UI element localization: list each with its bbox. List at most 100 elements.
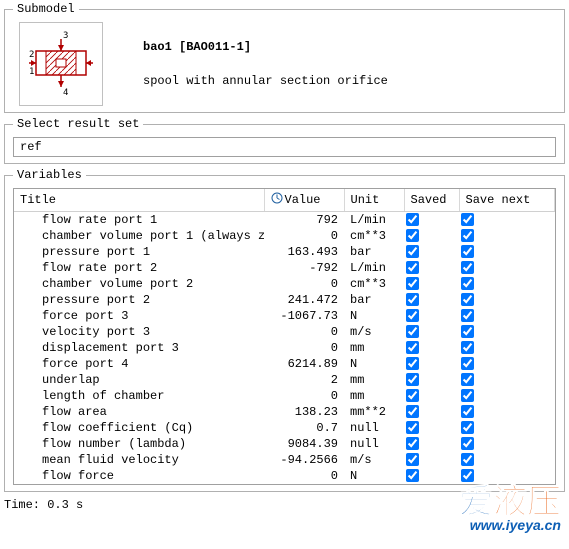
savenext-checkbox[interactable] (461, 229, 474, 242)
resultset-value: ref (20, 140, 42, 154)
var-value: 0 (264, 276, 344, 292)
savenext-checkbox[interactable] (461, 245, 474, 258)
var-unit: bar (344, 244, 404, 260)
table-row[interactable]: flow force0N (14, 468, 555, 484)
table-row[interactable]: flow number (lambda)9084.39null (14, 436, 555, 452)
var-value: 0.7 (264, 420, 344, 436)
table-row[interactable]: displacement port 30mm (14, 340, 555, 356)
var-value: 138.23 (264, 404, 344, 420)
submodel-description: spool with annular section orifice (143, 74, 388, 88)
var-title: mean fluid velocity (14, 452, 264, 468)
saved-checkbox[interactable] (406, 245, 419, 258)
table-row[interactable]: chamber volume port 20cm**3 (14, 276, 555, 292)
variables-table: Title Value Unit Saved Save next flow ra… (14, 189, 555, 484)
saved-checkbox[interactable] (406, 389, 419, 402)
col-header-savenext[interactable]: Save next (459, 189, 555, 212)
var-title: chamber volume port 2 (14, 276, 264, 292)
savenext-checkbox[interactable] (461, 453, 474, 466)
variables-legend: Variables (13, 168, 86, 182)
col-header-saved[interactable]: Saved (404, 189, 459, 212)
table-row[interactable]: flow rate port 2-792L/min (14, 260, 555, 276)
resultset-fieldset: Select result set ref (4, 117, 565, 164)
var-unit: mm**2 (344, 404, 404, 420)
col-header-value[interactable]: Value (264, 189, 344, 212)
var-unit: m/s (344, 324, 404, 340)
var-title: underlap (14, 372, 264, 388)
savenext-checkbox[interactable] (461, 405, 474, 418)
var-unit: L/min (344, 260, 404, 276)
table-row[interactable]: length of chamber0mm (14, 388, 555, 404)
saved-checkbox[interactable] (406, 309, 419, 322)
saved-checkbox[interactable] (406, 421, 419, 434)
var-value: -792 (264, 260, 344, 276)
savenext-checkbox[interactable] (461, 357, 474, 370)
var-unit: bar (344, 292, 404, 308)
table-row[interactable]: pressure port 2241.472bar (14, 292, 555, 308)
savenext-checkbox[interactable] (461, 213, 474, 226)
submodel-fieldset: Submodel 3 2 (4, 2, 565, 113)
var-unit: null (344, 436, 404, 452)
var-title: flow number (lambda) (14, 436, 264, 452)
svg-text:1: 1 (29, 67, 34, 77)
var-value: 0 (264, 468, 344, 484)
var-title: pressure port 2 (14, 292, 264, 308)
table-row[interactable]: velocity port 30m/s (14, 324, 555, 340)
svg-text:3: 3 (63, 31, 68, 41)
table-row[interactable]: flow area138.23mm**2 (14, 404, 555, 420)
saved-checkbox[interactable] (406, 357, 419, 370)
saved-checkbox[interactable] (406, 261, 419, 274)
savenext-checkbox[interactable] (461, 293, 474, 306)
savenext-checkbox[interactable] (461, 421, 474, 434)
table-row[interactable]: mean fluid velocity-94.2566m/s (14, 452, 555, 468)
var-value: 6214.89 (264, 356, 344, 372)
saved-checkbox[interactable] (406, 325, 419, 338)
savenext-checkbox[interactable] (461, 469, 474, 482)
var-title: force port 4 (14, 356, 264, 372)
table-row[interactable]: underlap2mm (14, 372, 555, 388)
var-value: 0 (264, 340, 344, 356)
table-row[interactable]: chamber volume port 1 (always zero)0cm**… (14, 228, 555, 244)
var-unit: L/min (344, 212, 404, 229)
var-title: flow area (14, 404, 264, 420)
savenext-checkbox[interactable] (461, 341, 474, 354)
savenext-checkbox[interactable] (461, 261, 474, 274)
table-row[interactable]: pressure port 1163.493bar (14, 244, 555, 260)
resultset-select[interactable]: ref (13, 137, 556, 157)
table-header-row: Title Value Unit Saved Save next (14, 189, 555, 212)
table-row[interactable]: flow rate port 1792L/min (14, 212, 555, 229)
resultset-legend: Select result set (13, 117, 143, 131)
saved-checkbox[interactable] (406, 453, 419, 466)
var-value: 2 (264, 372, 344, 388)
var-value: 0 (264, 324, 344, 340)
var-value: 792 (264, 212, 344, 229)
var-title: flow force (14, 468, 264, 484)
var-title: pressure port 1 (14, 244, 264, 260)
saved-checkbox[interactable] (406, 229, 419, 242)
savenext-checkbox[interactable] (461, 277, 474, 290)
saved-checkbox[interactable] (406, 213, 419, 226)
col-header-unit[interactable]: Unit (344, 189, 404, 212)
var-unit: N (344, 468, 404, 484)
saved-checkbox[interactable] (406, 341, 419, 354)
saved-checkbox[interactable] (406, 469, 419, 482)
var-title: chamber volume port 1 (always zero) (14, 228, 264, 244)
var-value: 0 (264, 388, 344, 404)
saved-checkbox[interactable] (406, 277, 419, 290)
table-row[interactable]: force port 3-1067.73N (14, 308, 555, 324)
savenext-checkbox[interactable] (461, 437, 474, 450)
svg-text:4: 4 (63, 88, 68, 98)
saved-checkbox[interactable] (406, 437, 419, 450)
savenext-checkbox[interactable] (461, 389, 474, 402)
var-value: 9084.39 (264, 436, 344, 452)
col-header-title[interactable]: Title (14, 189, 264, 212)
table-row[interactable]: force port 46214.89N (14, 356, 555, 372)
savenext-checkbox[interactable] (461, 325, 474, 338)
var-title: flow coefficient (Cq) (14, 420, 264, 436)
savenext-checkbox[interactable] (461, 373, 474, 386)
savenext-checkbox[interactable] (461, 309, 474, 322)
saved-checkbox[interactable] (406, 293, 419, 306)
table-row[interactable]: flow coefficient (Cq)0.7null (14, 420, 555, 436)
saved-checkbox[interactable] (406, 373, 419, 386)
saved-checkbox[interactable] (406, 405, 419, 418)
var-unit: mm (344, 372, 404, 388)
